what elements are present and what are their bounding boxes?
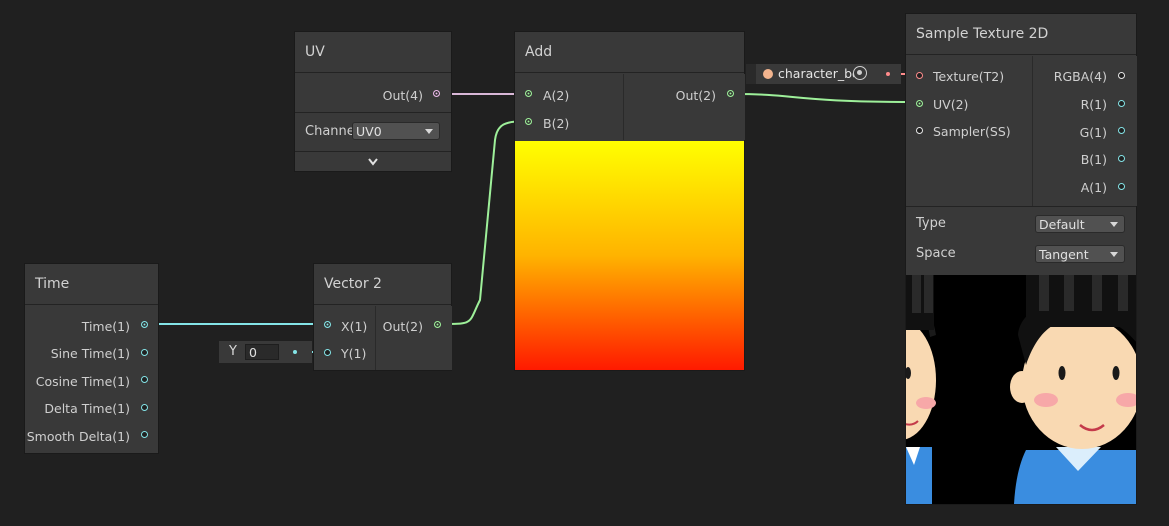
texture-thumbnail-icon (763, 69, 773, 79)
time-node-title[interactable]: Time (25, 264, 158, 305)
texture-field-port[interactable] (886, 72, 890, 76)
vector2-y-field[interactable]: Y 0 (219, 341, 312, 363)
vector2-out-label: Out(2) (382, 319, 423, 334)
uv-input-port[interactable] (916, 100, 923, 107)
uv-out-label: Out(4) (382, 88, 423, 103)
add-in-b-port[interactable] (525, 118, 532, 125)
y-field-label: Y (229, 344, 237, 359)
add-out-label: Out(2) (675, 88, 716, 103)
vector2-node-title[interactable]: Vector 2 (314, 264, 451, 305)
vector2-node[interactable]: Vector 2 X(1) Y(1) Out(2) (314, 264, 452, 370)
sample-texture-title[interactable]: Sample Texture 2D (906, 14, 1136, 55)
texture-input-label: Texture(T2) (933, 69, 1005, 84)
uv-channel-dropdown[interactable]: UV0 (352, 122, 440, 140)
add-preview (515, 141, 744, 370)
vector2-y-input-label: Y(1) (341, 346, 367, 361)
y-field-value: 0 (249, 345, 257, 360)
time-node[interactable]: Time Time(1) Sine Time(1) Cosine Time(1)… (25, 264, 158, 453)
dropdown-arrow-icon (1110, 222, 1118, 227)
add-out-port[interactable] (727, 90, 734, 97)
space-dropdown[interactable]: Tangent (1035, 245, 1125, 263)
a-output-label: A(1) (1080, 180, 1107, 195)
add-in-b-label: B(2) (543, 116, 570, 131)
b-output-port[interactable] (1118, 155, 1125, 162)
dropdown-arrow-icon (1110, 252, 1118, 257)
g-output-label: G(1) (1079, 125, 1107, 140)
space-value: Tangent (1039, 247, 1089, 262)
smooth-delta-output-label: Smooth Delta(1) (26, 429, 130, 444)
add-node[interactable]: Add A(2) B(2) Out(2) (515, 32, 745, 370)
texture-asset-name: character_bo (778, 66, 854, 81)
rgba-output-port[interactable] (1118, 72, 1125, 79)
rgba-output-label: RGBA(4) (1053, 69, 1107, 84)
delta-time-output-port[interactable] (141, 404, 148, 411)
texture-preview (906, 275, 1136, 504)
vector2-y-input-port[interactable] (324, 349, 331, 356)
cosine-time-output-label: Cosine Time(1) (35, 374, 130, 389)
vector2-out-port[interactable] (434, 321, 441, 328)
object-picker-icon[interactable] (853, 66, 867, 80)
uv-input-label: UV(2) (933, 97, 969, 112)
uv-node[interactable]: UV Out(4) Channe UV0 (295, 32, 451, 171)
y-field-port[interactable] (293, 350, 297, 354)
chevron-down-icon[interactable] (367, 156, 379, 168)
sampler-input-port[interactable] (916, 127, 923, 134)
vector2-x-input-label: X(1) (341, 319, 368, 334)
uv-channel-label: Channe (305, 124, 355, 139)
y-field-input[interactable]: 0 (245, 344, 279, 360)
uv-out-port[interactable] (433, 90, 440, 97)
delta-time-output-label: Delta Time(1) (44, 401, 130, 416)
time-output-label: Time(1) (81, 319, 130, 334)
b-output-label: B(1) (1080, 152, 1107, 167)
character-main (1010, 275, 1136, 504)
type-value: Default (1039, 217, 1085, 232)
vector2-x-input-port[interactable] (324, 321, 331, 328)
a-output-port[interactable] (1118, 183, 1125, 190)
uv-channel-value: UV0 (356, 124, 382, 139)
texture-input-port[interactable] (916, 72, 923, 79)
uv-node-title[interactable]: UV (295, 32, 451, 73)
smooth-delta-output-port[interactable] (141, 431, 148, 438)
add-in-a-port[interactable] (525, 90, 532, 97)
sine-time-output-port[interactable] (141, 349, 148, 356)
texture-asset-field[interactable]: character_bo (746, 64, 901, 84)
cosine-time-output-port[interactable] (141, 376, 148, 383)
space-label: Space (916, 246, 956, 261)
sine-time-output-label: Sine Time(1) (50, 346, 130, 361)
sample-texture-2d-node[interactable]: Sample Texture 2D Texture(T2) UV(2) Samp… (906, 14, 1137, 504)
add-node-title[interactable]: Add (515, 32, 744, 73)
type-label: Type (916, 216, 946, 231)
r-output-label: R(1) (1080, 97, 1107, 112)
dropdown-arrow-icon (425, 129, 433, 134)
r-output-port[interactable] (1118, 100, 1125, 107)
type-dropdown[interactable]: Default (1035, 215, 1125, 233)
g-output-port[interactable] (1118, 127, 1125, 134)
sampler-input-label: Sampler(SS) (933, 124, 1011, 139)
wire-add-to-sampletexture-uv (733, 93, 919, 103)
character-left-partial (906, 275, 936, 504)
add-in-a-label: A(2) (543, 88, 570, 103)
time-output-port[interactable] (141, 321, 148, 328)
